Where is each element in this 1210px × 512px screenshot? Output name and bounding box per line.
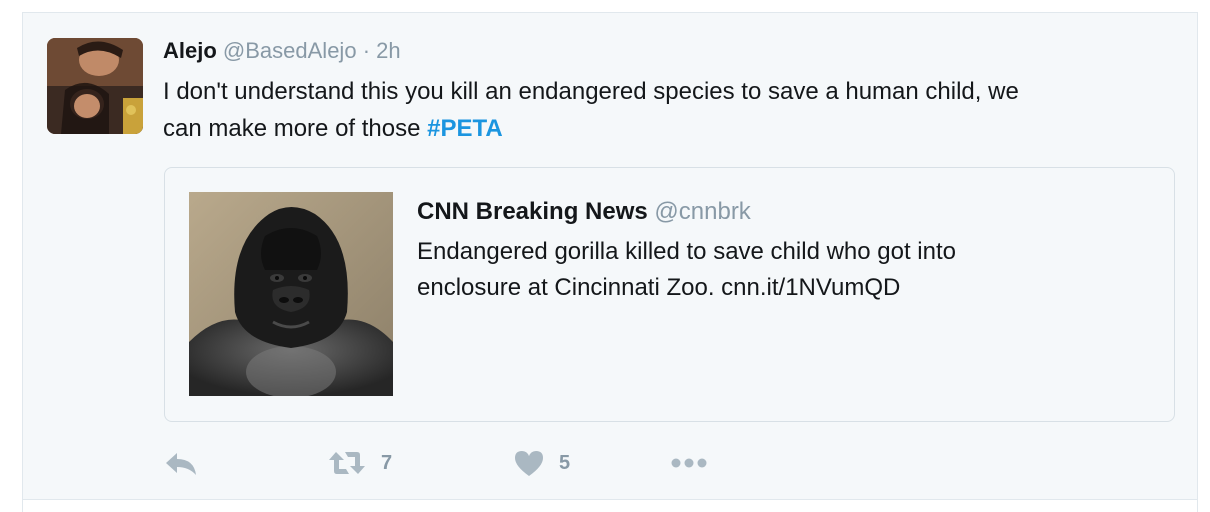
quote-header: CNN Breaking News @cnnbrk (417, 196, 751, 228)
tweet-text: I don't understand this you kill an enda… (163, 73, 1183, 147)
tweet-actions: 7 5 (163, 443, 863, 483)
quote-thumbnail (189, 192, 393, 396)
like-button[interactable]: 5 (513, 443, 570, 483)
user-handle[interactable]: @BasedAlejo (223, 38, 357, 63)
quote-text: Endangered gorilla killed to save child … (417, 234, 1137, 306)
quote-display-name[interactable]: CNN Breaking News (417, 198, 648, 225)
quote-handle[interactable]: @cnnbrk (654, 198, 750, 225)
avatar-image (47, 38, 143, 134)
tweet-card[interactable]: Alejo @BasedAlejo · 2h I don't understan… (22, 12, 1198, 500)
quote-text-line: Endangered gorilla killed to save child … (417, 238, 957, 265)
tweet-text-line: can make more of those (163, 115, 421, 142)
retweet-count: 7 (381, 451, 393, 474)
next-tweet-edge (22, 500, 1198, 512)
avatar[interactable] (47, 38, 143, 134)
heart-icon (515, 451, 543, 476)
retweet-icon (329, 452, 365, 474)
more-icon (671, 458, 707, 468)
more-button[interactable] (669, 443, 709, 483)
quoted-tweet[interactable]: CNN Breaking News @cnnbrk Endangered gor… (164, 167, 1175, 422)
tweet-text-line: I don't understand this you kill an enda… (163, 78, 1019, 105)
hashtag-link[interactable]: #PETA (427, 115, 503, 142)
like-count: 5 (559, 451, 571, 474)
gorilla-image (189, 192, 393, 396)
timestamp[interactable]: 2h (376, 38, 400, 63)
reply-icon (166, 453, 196, 475)
separator-dot: · (362, 38, 371, 63)
quote-text-line: enclosure at Cincinnati Zoo. cnn.it/1NVu… (417, 274, 901, 301)
display-name[interactable]: Alejo (163, 38, 217, 63)
retweet-button[interactable]: 7 (327, 443, 392, 483)
reply-button[interactable] (163, 443, 199, 483)
tweet-header: Alejo @BasedAlejo · 2h (163, 37, 401, 65)
